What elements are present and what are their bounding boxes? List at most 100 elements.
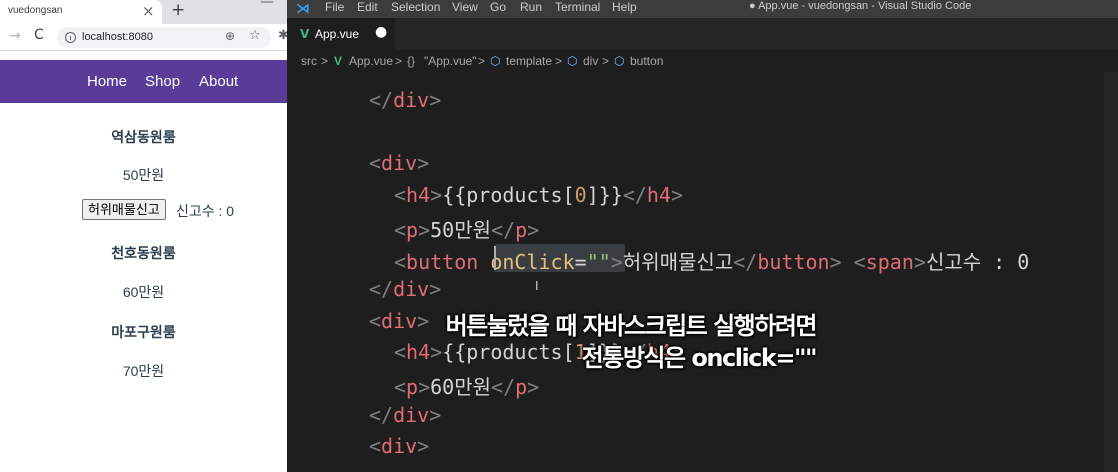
menu-file[interactable]: File bbox=[325, 0, 344, 14]
code-token: </ bbox=[491, 218, 516, 242]
breadcrumb-file[interactable]: App.vue bbox=[349, 54, 393, 68]
browser-window: vuedongsan × + — → C localhost:8080 ⊕ ☆ … bbox=[0, 0, 287, 472]
code-token: </ bbox=[622, 183, 647, 207]
menu-go[interactable]: Go bbox=[490, 0, 506, 14]
code-token: h4 bbox=[406, 183, 431, 207]
breadcrumb-div[interactable]: div bbox=[583, 54, 598, 68]
code-token: </ bbox=[369, 403, 394, 427]
code-line[interactable]: </div> bbox=[369, 403, 441, 434]
vue-file-icon: V bbox=[334, 54, 343, 68]
browser-tab[interactable]: vuedongsan × bbox=[0, 0, 162, 24]
zoom-icon[interactable]: ⊕ bbox=[225, 29, 235, 43]
code-token: {{products[ bbox=[442, 183, 575, 207]
code-line[interactable]: <p>50만원</p> bbox=[394, 214, 539, 245]
code-token: > bbox=[527, 218, 540, 242]
code-token: div bbox=[393, 277, 430, 301]
info-icon[interactable] bbox=[65, 32, 76, 43]
browser-tabstrip: vuedongsan × + — bbox=[0, 0, 287, 24]
code-token: 50만원 bbox=[430, 218, 492, 242]
code-token: p bbox=[406, 375, 419, 399]
vue-file-icon: V bbox=[300, 27, 310, 41]
code-token: < bbox=[394, 183, 407, 207]
code-line[interactable]: </div> bbox=[369, 88, 441, 119]
code-token: < bbox=[369, 151, 382, 175]
code-token: button bbox=[406, 250, 479, 274]
code-token: p bbox=[515, 218, 528, 242]
tab-label: App.vue bbox=[315, 27, 360, 41]
menu-terminal[interactable]: Terminal bbox=[555, 0, 600, 14]
product-title: 천호동원룸 bbox=[111, 245, 176, 261]
new-tab-button[interactable]: + bbox=[171, 0, 185, 20]
code-token: < bbox=[394, 250, 407, 274]
breadcrumb-template[interactable]: template bbox=[506, 54, 552, 68]
code-line[interactable]: </div> bbox=[369, 277, 441, 308]
vertical-scrollbar[interactable] bbox=[1104, 72, 1118, 472]
unsaved-dot-icon[interactable]: ● bbox=[375, 24, 387, 40]
site-navbar: Home Shop About bbox=[0, 60, 287, 103]
vscode-window: ⋊ File Edit Selection View Go Run Termin… bbox=[287, 0, 1118, 472]
breadcrumb: src > V App.vue > {} "App.vue" > ⬡ templ… bbox=[287, 50, 1118, 72]
code-token: < bbox=[394, 218, 407, 242]
code-token: > bbox=[829, 250, 842, 274]
video-caption: 버튼눌렀을 때 자바스크립트 실행하려면 전통방식은 onclick="" bbox=[388, 310, 818, 374]
menu-run[interactable]: Run bbox=[520, 0, 542, 14]
code-editor[interactable]: </div> <div> <h4>{{products[0]}}</h4> <p… bbox=[287, 72, 1118, 472]
code-token: < bbox=[394, 375, 407, 399]
minimap[interactable] bbox=[1067, 72, 1104, 472]
code-token: < bbox=[369, 309, 382, 333]
minimize-icon[interactable]: — bbox=[260, 0, 274, 10]
code-token: > bbox=[429, 88, 442, 112]
menu-view[interactable]: View bbox=[452, 0, 478, 14]
nav-link-about[interactable]: About bbox=[199, 73, 238, 90]
address-bar[interactable]: localhost:8080 ⊕ ☆ bbox=[57, 27, 271, 48]
vscode-logo-icon: ⋊ bbox=[296, 1, 310, 17]
close-icon[interactable]: × bbox=[142, 2, 155, 20]
code-line[interactable]: <div> bbox=[369, 434, 429, 465]
code-token: > bbox=[417, 434, 430, 458]
code-token: p bbox=[406, 218, 419, 242]
chevron-right-icon: > bbox=[555, 54, 563, 68]
breadcrumb-button[interactable]: button bbox=[630, 54, 663, 68]
cube-icon: ⬡ bbox=[490, 54, 501, 68]
reload-icon[interactable]: C bbox=[34, 27, 44, 43]
code-token: > bbox=[418, 375, 431, 399]
code-line[interactable]: <p>60만원</p> bbox=[394, 371, 539, 402]
code-token: 0 bbox=[574, 183, 587, 207]
forward-arrow-icon[interactable]: → bbox=[9, 28, 21, 44]
menu-selection[interactable]: Selection bbox=[391, 0, 440, 14]
code-token: < bbox=[853, 250, 866, 274]
menu-edit[interactable]: Edit bbox=[357, 0, 378, 14]
braces-icon: {} bbox=[407, 54, 416, 68]
tab-app-vue[interactable]: V App.vue ● bbox=[287, 18, 395, 50]
code-token: 허위매물신고 bbox=[622, 250, 734, 274]
code-token: > bbox=[671, 183, 684, 207]
code-token: button bbox=[757, 250, 830, 274]
text-cursor bbox=[494, 246, 496, 270]
bookmark-star-icon[interactable]: ☆ bbox=[249, 28, 261, 43]
breadcrumb-component[interactable]: "App.vue" bbox=[424, 54, 477, 68]
extensions-icon[interactable]: ✱ bbox=[278, 28, 287, 43]
product-title: 마포구원룸 bbox=[111, 324, 176, 340]
caption-line-2: 전통방식은 onclick="" bbox=[581, 344, 818, 372]
product-price: 50만원 bbox=[122, 167, 165, 183]
nav-link-home[interactable]: Home bbox=[87, 73, 127, 90]
code-token: div bbox=[393, 403, 430, 427]
browser-tab-title: vuedongsan bbox=[8, 5, 63, 16]
code-token: > bbox=[430, 183, 443, 207]
code-token: </ bbox=[369, 277, 394, 301]
url-text[interactable]: localhost:8080 bbox=[82, 31, 153, 43]
breadcrumb-src[interactable]: src bbox=[301, 54, 317, 68]
ibeam-cursor-icon: I bbox=[535, 279, 539, 293]
code-token: h4 bbox=[646, 183, 671, 207]
report-button[interactable]: 허위매물신고 bbox=[82, 199, 166, 220]
code-token: = bbox=[574, 250, 587, 274]
code-line[interactable]: <h4>{{products[0]}}</h4> bbox=[394, 183, 683, 214]
code-line[interactable]: <div> bbox=[369, 151, 429, 182]
browser-toolbar: → C localhost:8080 ⊕ ☆ ✱ bbox=[0, 24, 287, 51]
menu-help[interactable]: Help bbox=[612, 0, 637, 14]
code-token: </ bbox=[369, 88, 394, 112]
code-token: > bbox=[527, 375, 540, 399]
code-token: 60만원 bbox=[430, 375, 492, 399]
nav-link-shop[interactable]: Shop bbox=[145, 73, 180, 90]
code-line[interactable]: <button onClick="">허위매물신고</button> <span… bbox=[394, 246, 1029, 277]
